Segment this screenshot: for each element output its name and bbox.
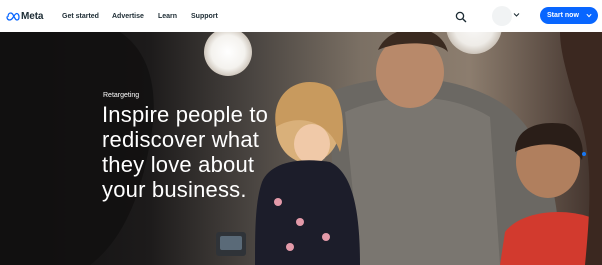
nav-item-learn[interactable]: Learn xyxy=(158,13,177,20)
hero-banner: Retargeting Inspire people to rediscover… xyxy=(0,32,602,265)
page: Meta Get started Advertise Learn Support… xyxy=(0,0,602,265)
hero-headline: Inspire people to rediscover what they l… xyxy=(102,102,269,202)
hero-eyebrow: Retargeting xyxy=(103,92,140,99)
account-avatar[interactable] xyxy=(492,6,512,26)
nav-item-support[interactable]: Support xyxy=(191,13,218,20)
meta-logo[interactable]: Meta xyxy=(6,9,43,23)
search-icon xyxy=(455,11,467,23)
chevron-down-icon xyxy=(586,13,592,18)
nav-item-advertise[interactable]: Advertise xyxy=(112,13,144,20)
chevron-down-icon[interactable] xyxy=(513,12,520,18)
search-button[interactable] xyxy=(455,10,467,23)
nav-item-get-started[interactable]: Get started xyxy=(62,13,99,20)
top-navigation-bar: Meta Get started Advertise Learn Support… xyxy=(0,0,602,32)
carousel-indicator[interactable] xyxy=(582,152,586,156)
meta-infinity-icon xyxy=(6,11,20,21)
logo-wordmark: Meta xyxy=(21,10,44,22)
start-now-label: Start now xyxy=(547,12,579,19)
start-now-button[interactable]: Start now xyxy=(540,7,598,24)
